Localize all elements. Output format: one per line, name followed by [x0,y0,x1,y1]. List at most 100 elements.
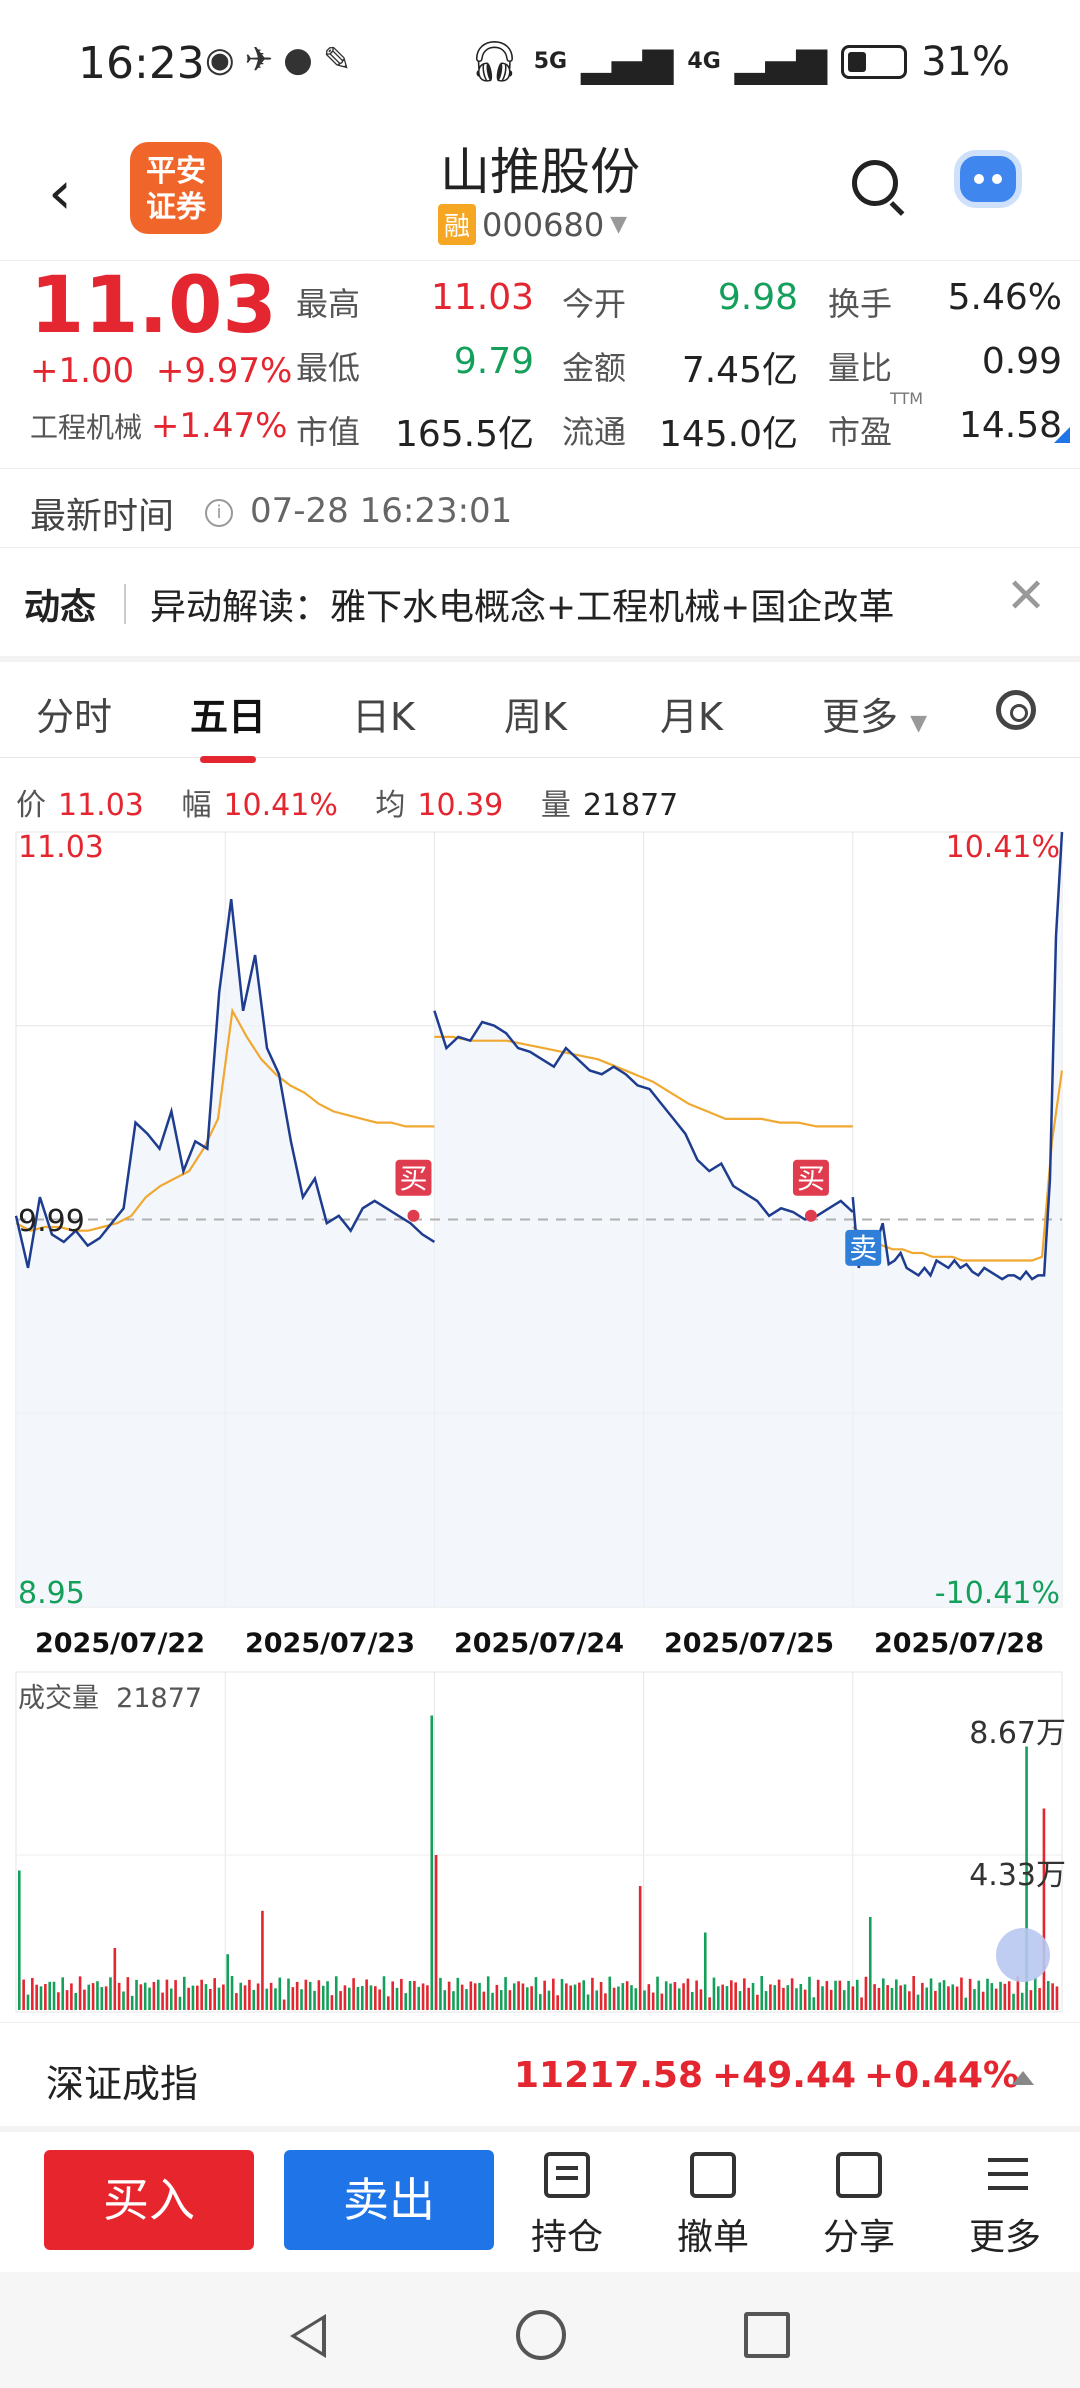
tab-monthly-k[interactable]: 月K [660,686,723,741]
volume-bar [191,1985,195,2010]
volume-bar [686,1978,690,2010]
volume-bar [83,1989,86,2010]
volume-bar [209,1988,212,2010]
volume-bar [456,1977,460,2010]
search-icon[interactable] [852,160,898,206]
y-axis-top-label: 11.03 [18,830,104,865]
tab-weekly-k[interactable]: 周K [504,686,567,741]
stock-code-selector[interactable]: 融 000680 ▼ [438,204,627,245]
stat-value: 14.58 [958,405,1062,446]
index-value: 11217.58 [514,2055,704,2096]
volume-bar [960,1977,963,2010]
update-time-row: 最新时间 i 07-28 16:23:01 [0,468,1080,548]
volume-bar [664,1981,668,2010]
volume-bar [404,1993,408,2010]
volume-bar [443,1990,447,2010]
stat-label: 换手 [828,285,893,323]
volume-bar [578,1982,581,2010]
volume-bar [1051,1983,1054,2010]
volume-bar [235,1993,238,2010]
nav-recents-icon[interactable] [744,2312,790,2358]
volume-bar [61,1977,65,2010]
index-bar[interactable]: 深证成指 11217.58 +49.44 +0.44% [0,2022,1080,2132]
nav-back-icon[interactable] [290,2314,326,2358]
expand-up-icon[interactable] [1012,2071,1034,2085]
battery-icon [841,44,908,79]
volume-bar [460,1984,464,2010]
buy-button[interactable]: 买入 [44,2150,254,2250]
volume-bar [204,1984,208,2010]
headphone-icon: 🎧︎ [468,39,520,85]
volume-bar [829,1989,833,2010]
volume-bar [565,1983,568,2010]
status-bar: 16:23 ◉✈●✎ 🎧︎ 5G ▂▄▆ 4G ▂▄▆ 31% [0,0,1080,130]
volume-bar [1007,1981,1011,2010]
news-ticker[interactable]: 动态 异动解读：雅下水电概念+工程机械+国企改革 ✕ [0,556,1080,656]
volume-bar [156,1979,160,2010]
cancel-order-button[interactable]: 撤单 [658,2152,768,2260]
volume-bar [682,1983,685,2010]
stat-label: 市值 [296,413,361,451]
nav-home-icon[interactable] [516,2310,566,2360]
volume-bar [816,1979,820,2010]
volume-bar [812,1997,816,2010]
volume-bar [87,1984,91,2010]
volume-bar [369,1985,373,2010]
volume-bar [252,1989,256,2010]
tab-more[interactable]: 更多 ▼ [822,686,927,741]
tab-five-day[interactable]: 五日 [190,686,266,763]
signal-5g-icon: 5G [533,48,568,74]
volume-bar [695,1980,698,2010]
more-button[interactable]: 更多 [950,2152,1060,2260]
volume-bar [795,1988,798,2010]
volume-bar [104,1986,108,2010]
volume-bar [421,1983,425,2010]
volume-bar [400,1978,403,2010]
sell-button[interactable]: 卖出 [284,2150,494,2250]
volume-bar [808,1976,811,2010]
volume-bar [70,1983,73,2010]
signal-bars-icon: ▂▄▆ [581,38,674,85]
volume-bar [1020,1992,1024,2010]
stat-label: 市盈 [828,413,893,451]
news-text[interactable]: 异动解读：雅下水电概念+工程机械+国企改革 [150,578,894,630]
volume-bar [326,1981,329,2010]
share-button[interactable]: 分享 [804,2152,914,2260]
status-right: 🎧︎ 5G ▂▄▆ 4G ▂▄▆ 31% [468,38,1010,86]
positions-button[interactable]: 持仓 [512,2152,622,2260]
tab-daily-k[interactable]: 日K [352,686,415,741]
volume-bar [512,1983,516,2010]
volume-bar [838,1980,842,2010]
volume-bar [282,1999,286,2010]
volume-bar [317,1980,321,2010]
volume-bar [556,1995,559,2010]
volume-bar [717,1986,720,2010]
assistant-robot-icon[interactable] [954,150,1022,208]
tab-intraday[interactable]: 分时 [36,686,112,741]
fullscreen-icon[interactable] [996,1928,1050,1982]
volume-bar [517,1981,520,2010]
chart-svg[interactable]: 买 买卖 [0,820,1080,2015]
volume-bar [230,1975,234,2010]
volume-bar [569,1985,572,2010]
close-icon[interactable]: ✕ [1006,568,1046,624]
volume-bar [143,1982,147,2010]
volume-bar [117,1982,121,2010]
undo-icon [690,2152,736,2198]
industry-change[interactable]: 工程机械 +1.47% [30,406,287,446]
stat-value: 0.99 [981,341,1062,382]
chevron-down-icon: ▼ [610,212,628,237]
volume-bar [916,1994,920,2010]
volume-bar [278,1977,282,2010]
stat-label: 量比 [828,349,893,387]
info-icon[interactable]: i [205,499,233,527]
volume-bar [986,1978,989,2010]
volume-bar [382,1976,386,2010]
five-day-chart[interactable]: 买 买卖 11.03 9.99 8.95 10.41% -10.41% 2025/… [0,820,1080,2015]
stat-value: 5.46% [947,277,1062,318]
signal-bars-icon: ▂▄▆ [734,38,828,85]
notification-icons: ◉✈●✎ [205,40,362,80]
volume-bar [677,1988,681,2010]
legend-range-value: 10.41% [223,788,338,823]
gear-icon[interactable] [996,690,1036,730]
